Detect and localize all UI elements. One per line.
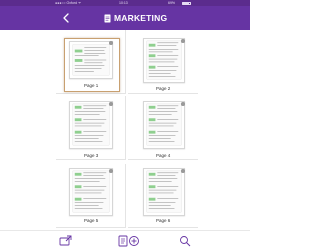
chevron-left-icon[interactable] [62, 13, 70, 23]
page-title: MARKETING [114, 13, 168, 23]
page-selection-dot [109, 169, 113, 173]
page-selection-dot [181, 102, 185, 106]
page-thumbnail-5[interactable]: Page 5 [56, 164, 126, 228]
add-page-icon[interactable] [127, 235, 141, 247]
page-content-image [146, 170, 182, 213]
header-bar: MARKETING [0, 6, 250, 30]
page-preview [69, 101, 113, 149]
bottom-toolbar [0, 230, 250, 250]
page-label: Page 3 [84, 153, 99, 158]
page-thumbnail-1[interactable]: Page 1 [56, 30, 126, 94]
page-selection-dot [181, 39, 185, 43]
page-label: Page 2 [156, 86, 171, 91]
page-content-image [72, 44, 110, 76]
page-selection-dot [109, 41, 113, 45]
page-label: Page 6 [156, 218, 171, 223]
search-icon[interactable] [178, 235, 192, 247]
page-thumbnail-3[interactable]: Page 3 [56, 96, 126, 160]
page-selection-dot [109, 102, 113, 106]
page-preview [143, 101, 185, 149]
page-preview [69, 168, 113, 216]
app-screen: ●●●○○ Oxford ᯤ 10:13 69% MARKETING Page … [0, 0, 250, 250]
page-preview [143, 38, 185, 83]
page-label: Page 4 [156, 153, 171, 158]
page-preview [143, 168, 185, 216]
page-thumbnail-grid: Page 1 Page 2 Page 3 Page 4 Page 5 Page … [56, 30, 198, 230]
page-thumbnail-4[interactable]: Page 4 [128, 96, 198, 160]
page-thumbnail-2[interactable]: Page 2 [128, 30, 198, 94]
page-thumbnail-6[interactable]: Page 6 [128, 164, 198, 228]
page-preview [69, 41, 113, 79]
page-content-image [72, 103, 110, 146]
page-label: Page 5 [84, 218, 99, 223]
page-content-image [72, 170, 110, 213]
page-content-image [146, 40, 182, 80]
page-content-image [146, 103, 182, 146]
document-icon [104, 14, 111, 23]
page-selection-dot [181, 169, 185, 173]
page-label: Page 1 [84, 83, 99, 88]
export-icon[interactable] [59, 235, 73, 247]
battery-icon [182, 1, 191, 5]
